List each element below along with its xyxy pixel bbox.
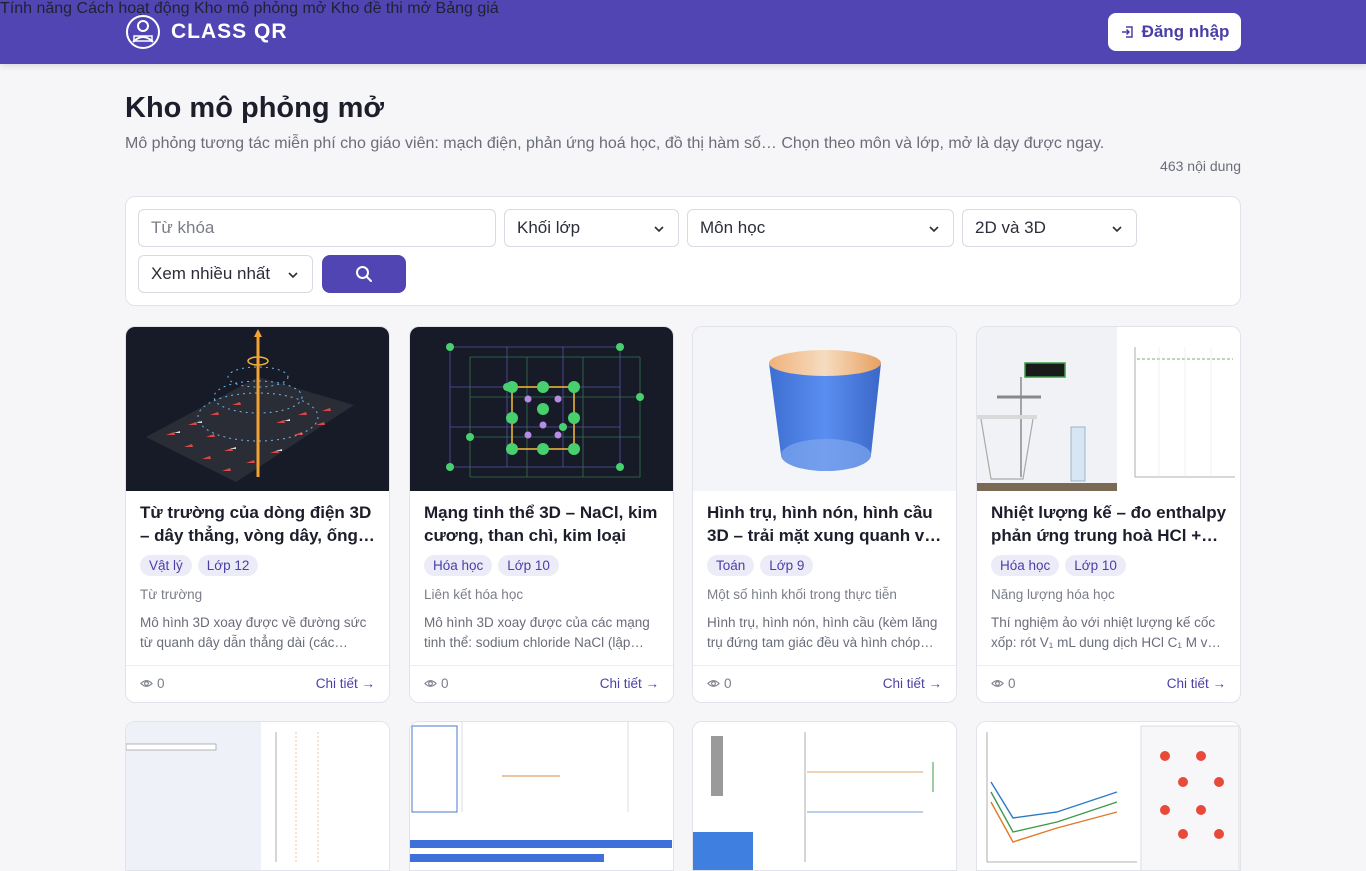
detail-link[interactable]: Chi tiết → xyxy=(600,676,659,691)
card-thumbnail xyxy=(977,722,1240,870)
subject-tag[interactable]: Hóa học xyxy=(991,555,1060,576)
eye-icon xyxy=(707,680,720,687)
keyword-input[interactable] xyxy=(151,218,483,238)
card-description: Mô hình 3D xoay được về đường sức từ qua… xyxy=(140,615,367,650)
simulation-card[interactable] xyxy=(976,721,1241,871)
view-count-value: 0 xyxy=(441,676,449,691)
simulation-card[interactable]: Nhiệt lượng kế – đo enthalpy phản ứng tr… xyxy=(976,326,1241,703)
card-thumbnail xyxy=(693,327,956,491)
page-description: Mô phỏng tương tác miễn phí cho giáo viê… xyxy=(125,135,1105,152)
card-title[interactable]: Từ trường của dòng điện 3D – dây thẳng, … xyxy=(140,501,378,547)
divider xyxy=(410,665,673,666)
simulation-card[interactable]: Hình trụ, hình nón, hình cầu 3D – trải m… xyxy=(692,326,957,703)
card-topic: Một số hình khối trong thực tiễn xyxy=(707,587,897,602)
nav-pricing[interactable]: Bảng giá xyxy=(436,0,499,17)
brand[interactable]: CLASS QR xyxy=(125,14,288,50)
card-topic: Từ trường xyxy=(140,587,203,602)
detail-link[interactable]: Chi tiết → xyxy=(883,676,942,691)
card-topic: Năng lượng hóa học xyxy=(991,587,1115,602)
card-thumbnail xyxy=(977,327,1240,491)
subject-tag[interactable]: Vật lý xyxy=(140,555,192,576)
subject-select-value: Môn học xyxy=(700,218,766,237)
sort-select[interactable]: Xem nhiều nhất xyxy=(138,255,313,293)
eye-icon xyxy=(424,680,437,687)
grade-tag[interactable]: Lớp 9 xyxy=(760,555,814,576)
login-label: Đăng nhập xyxy=(1141,22,1230,41)
card-thumbnail xyxy=(410,327,673,491)
subject-tag[interactable]: Toán xyxy=(707,555,755,576)
view-count: 0 xyxy=(424,676,449,691)
simulation-card[interactable] xyxy=(409,721,674,871)
view-count: 0 xyxy=(991,676,1016,691)
search-icon xyxy=(356,266,372,282)
subject-select[interactable]: Môn học xyxy=(687,209,954,247)
card-thumbnail xyxy=(410,722,673,870)
card-description: Hình trụ, hình nón, hình cầu (kèm lăng t… xyxy=(707,615,938,650)
grade-tag[interactable]: Lớp 10 xyxy=(498,555,559,576)
card-thumbnail xyxy=(693,722,956,870)
nav-features[interactable]: Tính năng xyxy=(0,0,72,17)
detail-link[interactable]: Chi tiết → xyxy=(1167,676,1226,691)
card-title[interactable]: Hình trụ, hình nón, hình cầu 3D – trải m… xyxy=(707,501,945,547)
result-count: 463 nội dung xyxy=(1160,158,1241,174)
detail-link[interactable]: Chi tiết → xyxy=(316,676,375,691)
login-icon xyxy=(1121,26,1133,38)
view-count: 0 xyxy=(707,676,732,691)
chevron-down-icon xyxy=(288,272,298,279)
card-description: Thí nghiệm ảo với nhiệt lượng kế cốc xốp… xyxy=(991,615,1221,650)
divider xyxy=(126,665,389,666)
card-title[interactable]: Nhiệt lượng kế – đo enthalpy phản ứng tr… xyxy=(991,501,1229,547)
brand-name: CLASS QR xyxy=(171,20,288,43)
card-title[interactable]: Mạng tinh thể 3D – NaCl, kim cương, than… xyxy=(424,501,662,547)
keyword-field[interactable] xyxy=(138,209,496,247)
view-count-value: 0 xyxy=(724,676,732,691)
eye-icon xyxy=(991,680,1004,687)
view-count-value: 0 xyxy=(157,676,165,691)
card-thumbnail xyxy=(126,722,389,870)
brand-logo-icon xyxy=(126,15,160,49)
simulation-card[interactable]: Mạng tinh thể 3D – NaCl, kim cương, than… xyxy=(409,326,674,703)
card-topic: Liên kết hóa học xyxy=(424,587,524,602)
chevron-down-icon xyxy=(1112,226,1122,233)
view-count-value: 0 xyxy=(1008,676,1016,691)
simulation-card[interactable] xyxy=(692,721,957,871)
divider xyxy=(977,665,1240,666)
eye-icon xyxy=(140,680,153,687)
grade-tag[interactable]: Lớp 12 xyxy=(197,555,259,576)
subject-tag[interactable]: Hóa học xyxy=(424,555,493,576)
view-count: 0 xyxy=(140,676,165,691)
divider xyxy=(693,665,956,666)
chevron-down-icon xyxy=(929,226,939,233)
card-thumbnail xyxy=(126,327,389,491)
simulation-card[interactable]: Từ trường của dòng điện 3D – dây thẳng, … xyxy=(125,326,390,703)
filter-panel: Khối lớp Môn học 2D và 3D Xem nhiều nhất xyxy=(125,196,1241,306)
simulation-card[interactable] xyxy=(125,721,390,871)
sort-select-value: Xem nhiều nhất xyxy=(151,264,271,283)
dimension-select-value: 2D và 3D xyxy=(975,218,1046,237)
chevron-down-icon xyxy=(654,226,664,233)
dimension-select[interactable]: 2D và 3D xyxy=(962,209,1137,247)
login-button[interactable]: Đăng nhập xyxy=(1108,13,1241,51)
card-description: Mô hình 3D xoay được của các mạng tinh t… xyxy=(424,615,650,650)
grade-tag[interactable]: Lớp 10 xyxy=(1065,555,1126,576)
grade-select[interactable]: Khối lớp xyxy=(504,209,679,247)
nav-exam-library[interactable]: Kho đề thi mở xyxy=(331,0,431,17)
grade-select-value: Khối lớp xyxy=(517,218,581,237)
search-button[interactable] xyxy=(322,255,406,293)
top-navbar: CLASS QR Tính năng Cách hoạt động Kho mô… xyxy=(0,0,1366,64)
page-title: Kho mô phỏng mở xyxy=(125,92,385,124)
